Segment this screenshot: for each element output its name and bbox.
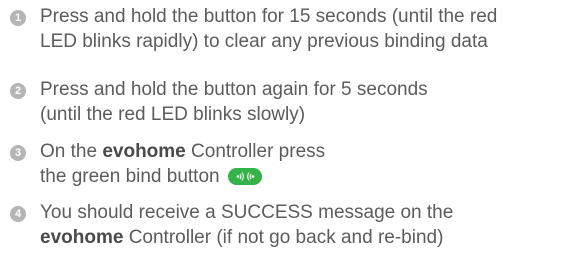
- step-text-line: (until the red LED blinks slowly): [40, 104, 306, 125]
- step-text-suffix: Controller press: [185, 141, 326, 162]
- step-text-line2: the green bind button: [40, 166, 225, 187]
- step-text-suffix: Controller (if not go back and re-bind): [123, 227, 444, 248]
- bind-button-icon: [227, 168, 262, 185]
- step-text: On the evohome Controller press the gree…: [40, 139, 560, 189]
- step-number-badge: 2: [10, 83, 26, 99]
- step-number-badge: 4: [10, 206, 26, 222]
- step-number-badge: 1: [10, 10, 26, 26]
- brand-name: evohome: [102, 141, 186, 162]
- step-text-line: Press and hold the button again for 5 se…: [40, 79, 428, 100]
- bind-waves-icon: [236, 172, 255, 181]
- brand-name: evohome: [40, 227, 124, 248]
- step-text: Press and hold the button for 15 seconds…: [40, 4, 560, 54]
- step-text-line: Press and hold the button for 15 seconds…: [40, 6, 498, 27]
- step-text: Press and hold the button again for 5 se…: [40, 77, 560, 127]
- step-text-line: On the evohome Controller press: [40, 139, 560, 164]
- step-text: You should receive a SUCCESS message on …: [40, 200, 560, 250]
- step-text-line: evohome Controller (if not go back and r…: [40, 225, 560, 250]
- step-text-prefix: On the: [40, 141, 103, 162]
- step-text-line: You should receive a SUCCESS message on …: [40, 202, 454, 223]
- step-text-line: the green bind button: [40, 164, 560, 189]
- step-text-line: LED blinks rapidly) to clear any previou…: [40, 31, 488, 52]
- step-number-badge: 3: [10, 145, 26, 161]
